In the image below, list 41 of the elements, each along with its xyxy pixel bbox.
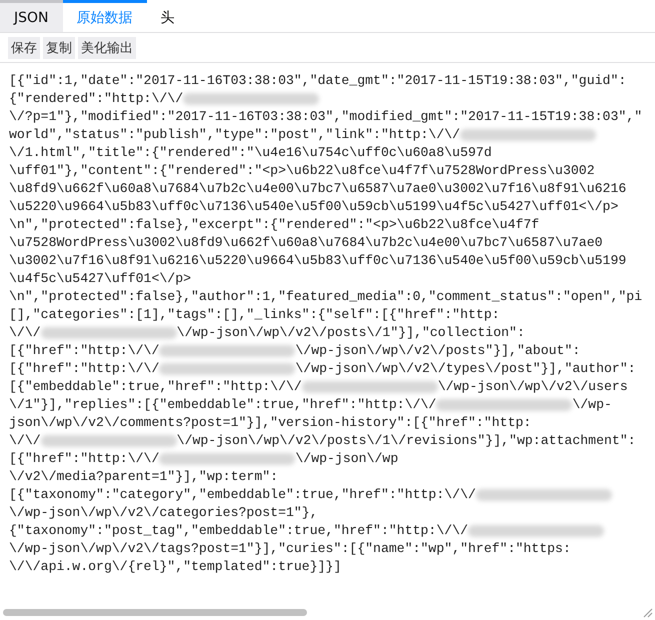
json-text: \uff01"},"content":{"rendered":"<p>\u6b22\u8fce\u4f7f\u7528WordPress\u3002: [9, 162, 595, 180]
json-text: \u3002\u7f16\u8f91\u6216\u5220\u9664\u5b83\uff0c\u7136\u540e\u5f00\u59cb\u5199: [9, 252, 626, 270]
json-text: \/\/api.w.org\/{rel}","templated":true}]}]: [9, 558, 342, 576]
json-text: \n","protected":false},"excerpt":{"rendered":"<p>\u6b22\u8fce\u4f7f: [9, 216, 540, 234]
json-text: [{"href":"http:\/\/: [9, 360, 160, 378]
toolbar-button[interactable]: 复制: [43, 36, 75, 58]
resize-grip-icon[interactable]: [641, 606, 653, 618]
json-text: \u5220\u9664\u5b83\uff0c\u7136\u540e\u5f00\u59cb\u5199\u4f5c\u5427\uff01<\/p>: [9, 198, 618, 216]
json-text: \/\/: [9, 432, 41, 450]
json-text: {"taxonomy":"post_tag","embeddable":true,"href":"http:\/\/: [9, 522, 468, 540]
json-text: {"rendered":"http:\/\/: [9, 90, 184, 108]
json-text: \/wp-json\/wp\/v2\/posts"}],"about":: [295, 342, 580, 360]
json-text: \/wp-json\/wp: [295, 450, 398, 468]
json-text: \/wp-json\/wp\/v2\/categories?post=1"},: [9, 504, 318, 522]
json-text: \/wp-: [572, 396, 612, 414]
toolbar-button[interactable]: 美化输出: [78, 36, 136, 58]
json-text: \/1"}],"replies":[{"embeddable":true,"href":"http:\/\/: [9, 396, 436, 414]
json-text: [{"embeddable":true,"href":"http:\/\/: [9, 378, 302, 396]
json-text: [{"taxonomy":"category","embeddable":true,"href":"http:\/\/: [9, 486, 476, 504]
json-text: [{"id":1,"date":"2017-11-16T03:38:03","date_gmt":"2017-11-15T19:38:03","guid":: [9, 72, 626, 90]
json-text: [],"categories":[1],"tags":[],"_links":{"self":[{"href":"http:: [9, 306, 500, 324]
json-text: \/wp-json\/wp\/v2\/posts\/1"}],"collection":: [176, 324, 525, 342]
toolbar-button[interactable]: 保存: [8, 36, 40, 58]
json-text: \/?p=1"},"modified":"2017-11-16T03:38:03","modified_gmt":"2017-11-15T19:38:03",": [9, 108, 642, 126]
json-text: [{"href":"http:\/\/: [9, 450, 160, 468]
json-text: [{"href":"http:\/\/: [9, 342, 160, 360]
json-text: \u4f5c\u5427\uff01<\/p>: [9, 270, 192, 288]
json-text: \n","protected":false},"author":1,"featured_media":0,"comment_status":"open","pi: [9, 288, 642, 306]
json-text: \/wp-json\/wp\/v2\/tags?post=1"}],"curies":[{"name":"wp","href":"https:: [9, 540, 571, 558]
json-text: \/\/: [9, 324, 41, 342]
json-text: \u7528WordPress\u3002\u8fd9\u662f\u60a8\u7684\u7b2c\u4e00\u7bc7\u6587\u7ae0: [9, 234, 603, 252]
json-text: \/wp-json\/wp\/v2\/users: [438, 378, 628, 396]
json-text: \u8fd9\u662f\u60a8\u7684\u7b2c\u4e00\u7bc7\u6587\u7ae0\u3002\u7f16\u8f91\u6216: [9, 180, 626, 198]
view-tab[interactable]: JSON: [0, 0, 63, 32]
json-text: world","status":"publish","type":"post","link":"http:\/\/: [9, 126, 460, 144]
json-text: \/wp-json\/wp\/v2\/posts\/1\/revisions"}],"wp:attachment":: [176, 432, 636, 450]
json-text: \/wp-json\/wp\/v2\/types\/post"}],"author":: [295, 360, 636, 378]
scrollbar-thumb[interactable]: [3, 609, 307, 616]
json-text: \/v2\/media?parent=1"}],"wp:term":: [9, 468, 278, 486]
json-text: json\/wp\/v2\/comments?post=1"}],"version-history":[{"href":"http:: [9, 414, 532, 432]
json-text: \/1.html","title":{"rendered":"\u4e16\u754c\uff0c\u60a8\u597d: [9, 144, 492, 162]
